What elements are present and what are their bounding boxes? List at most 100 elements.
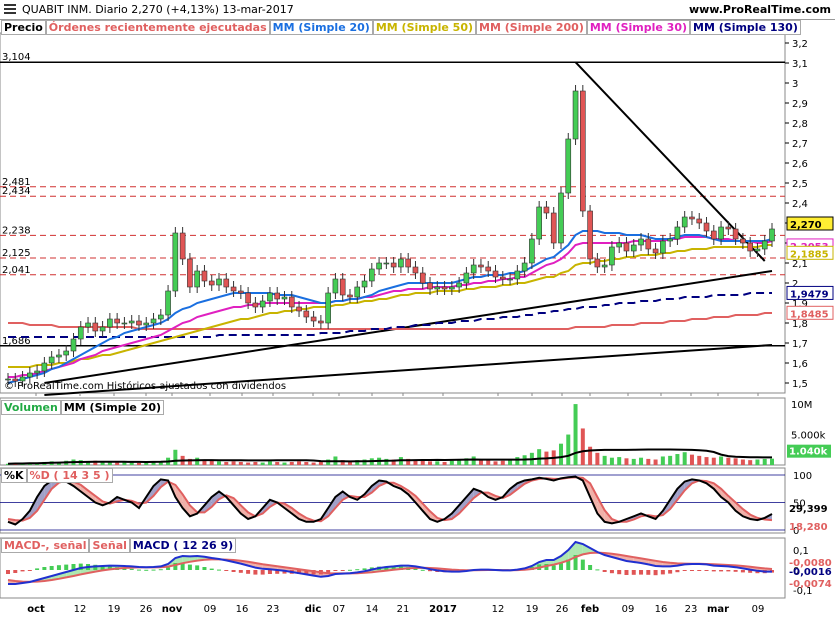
macd-histogram-bar <box>42 567 47 570</box>
price-candle <box>390 262 397 268</box>
volume-bar <box>719 456 724 465</box>
level-label: 2,125 <box>2 248 31 259</box>
x-tick-label: 12 <box>74 604 87 615</box>
volume-bar <box>246 462 251 465</box>
price-candle <box>99 326 106 332</box>
x-tick-label: 07 <box>333 604 346 615</box>
legend-stoch-k[interactable]: %K <box>1 468 27 483</box>
x-tick-label: 19 <box>108 604 121 615</box>
legend-recent-orders[interactable]: Órdenes recientemente ejecutadas <box>45 20 270 35</box>
price-candle <box>310 316 317 322</box>
price-candle <box>165 290 171 316</box>
volume-bar <box>515 457 520 465</box>
price-candle <box>238 290 244 294</box>
legend-mm130[interactable]: MM (Simple 130) <box>690 20 801 35</box>
legend-mm200[interactable]: MM (Simple 200) <box>476 20 587 35</box>
level-label: 2,041 <box>2 265 31 276</box>
legend-volume[interactable]: Volumen <box>1 400 61 415</box>
price-candle <box>616 242 623 248</box>
legend-mm20[interactable]: MM (Simple 20) <box>269 20 373 35</box>
volume-bar <box>253 461 258 465</box>
price-candle <box>288 296 295 308</box>
price-candle <box>696 218 703 224</box>
price-candle <box>201 270 208 282</box>
price-candle <box>187 258 193 288</box>
volume-bar <box>580 428 585 465</box>
price-candle <box>456 282 462 288</box>
price-tick-label: 3,1 <box>792 59 808 70</box>
price-candle <box>136 320 142 326</box>
price-candle <box>158 314 164 320</box>
volume-bar <box>697 455 702 465</box>
macd-histogram-bar <box>624 570 629 575</box>
price-candle <box>761 240 768 250</box>
macd-histogram-bar <box>719 570 724 572</box>
legend-price[interactable]: Precio <box>1 20 46 35</box>
price-candle <box>296 306 302 312</box>
price-candle <box>70 338 77 352</box>
volume-bar <box>471 456 476 465</box>
volume-bar <box>755 459 760 465</box>
price-tick-label: 2,9 <box>792 99 808 110</box>
volume-bar <box>224 461 229 465</box>
legend-macd-hist[interactable]: MACD-, señal <box>1 538 90 553</box>
price-candle <box>594 258 601 268</box>
volume-bar <box>238 461 243 465</box>
macd-histogram-bar <box>609 570 614 574</box>
price-candle <box>303 310 310 318</box>
volume-bar <box>660 456 665 465</box>
volume-bar <box>209 460 214 465</box>
volume-bar <box>631 458 636 465</box>
macd-histogram-bar <box>136 569 141 571</box>
price-candle <box>485 266 492 272</box>
volume-tick-label: 5.000k <box>791 431 826 442</box>
legend-macd[interactable]: MACD ( 12 26 9) <box>129 538 237 553</box>
volume-bar <box>566 434 571 465</box>
volume-bar <box>173 449 178 465</box>
volume-bar <box>115 462 120 465</box>
legend-mm30[interactable]: MM (Simple 30) <box>586 20 691 35</box>
legend-macd-signal[interactable]: Señal <box>89 538 130 553</box>
price-candle <box>587 210 593 260</box>
price-candle <box>419 272 426 284</box>
price-tick-label: 2,6 <box>792 159 808 170</box>
legend-volume-mm20[interactable]: MM (Simple 20) <box>60 400 165 415</box>
volume-bar <box>733 458 738 465</box>
price-candle <box>732 228 739 240</box>
price-candle <box>740 238 746 244</box>
macd-histogram-bar <box>238 570 243 573</box>
price-tick-label: 1,6 <box>792 359 808 370</box>
macd-histogram-bar <box>617 570 622 575</box>
volume-bar <box>442 461 447 465</box>
macd-histogram-bar <box>129 568 134 570</box>
volume-bar <box>689 454 694 465</box>
macd-histogram-bar <box>217 569 222 571</box>
macd-histogram-bar <box>340 570 345 571</box>
legend-mm50[interactable]: MM (Simple 50) <box>372 20 477 35</box>
price-candle <box>179 232 186 260</box>
price-candle <box>230 286 237 292</box>
price-candle <box>507 278 513 281</box>
volume-bar <box>770 458 774 465</box>
macd-histogram-bar <box>602 570 607 572</box>
price-candle <box>703 222 710 232</box>
price-candle <box>667 238 673 242</box>
price-candle <box>674 226 681 240</box>
legend-stoch-d[interactable]: %D ( 14 3 5 ) <box>26 468 113 483</box>
volume-badge: 1.040k <box>789 447 828 458</box>
price-candle <box>529 238 535 264</box>
price-candle <box>710 230 717 240</box>
volume-bar <box>595 452 600 465</box>
volume-bar <box>493 461 498 465</box>
price-candle <box>369 268 375 282</box>
price-candle <box>150 318 157 324</box>
x-tick-label: oct <box>27 604 45 615</box>
price-candle <box>383 262 390 265</box>
price-tick-label: 3 <box>792 79 798 90</box>
macd-signal-badge: -0,0016 <box>789 567 832 578</box>
stoch-d-badge: 18,280 <box>789 522 828 533</box>
price-candle <box>463 272 470 284</box>
x-tick-label: 19 <box>526 604 539 615</box>
volume-bar <box>420 460 425 465</box>
price-candle <box>550 212 557 244</box>
